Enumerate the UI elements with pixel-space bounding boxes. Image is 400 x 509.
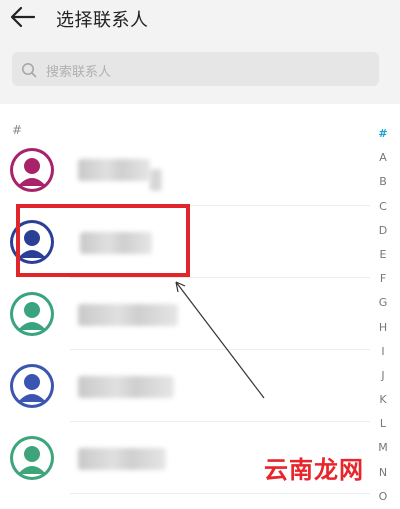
avatar [10,292,54,336]
index-letter[interactable]: J [375,364,391,388]
contact-name-redacted [78,159,150,181]
index-letter[interactable]: H [375,316,391,340]
search-placeholder: 搜索联系人 [46,65,112,80]
contact-name-redacted [78,448,166,470]
top-bar: 选择联系人 [0,0,400,40]
avatar [10,364,54,408]
contact-name-redacted [150,169,162,191]
alphabet-index[interactable]: # A B C D E F G H I J K L M N O [375,122,391,509]
highlight-box [16,204,190,277]
contact-name-redacted [78,304,178,326]
contact-row[interactable] [0,278,370,350]
index-letter[interactable]: B [375,170,391,194]
avatar [10,148,54,192]
index-letter[interactable]: M [375,436,391,460]
contact-name-redacted [78,376,174,398]
index-letter[interactable]: A [375,146,391,170]
page-title: 选择联系人 [56,10,149,31]
search-icon [22,63,37,78]
index-letter[interactable]: G [375,291,391,315]
index-letter[interactable]: L [375,412,391,436]
index-letter[interactable]: C [375,195,391,219]
index-letter[interactable]: K [375,388,391,412]
index-letter[interactable]: I [375,340,391,364]
index-letter[interactable]: E [375,243,391,267]
avatar [10,436,54,480]
search-input[interactable]: 搜索联系人 [12,52,379,86]
back-arrow-icon[interactable] [10,6,36,28]
search-area: 搜索联系人 [0,40,400,104]
row-divider [70,493,370,494]
index-letter[interactable]: N [375,461,391,485]
index-letter[interactable]: # [375,122,391,146]
index-letter[interactable]: D [375,219,391,243]
watermark: 云南龙网 [264,456,364,484]
contact-row[interactable] [0,134,370,206]
index-letter[interactable]: F [375,267,391,291]
contact-row[interactable] [0,350,370,422]
index-letter[interactable]: O [375,485,391,509]
